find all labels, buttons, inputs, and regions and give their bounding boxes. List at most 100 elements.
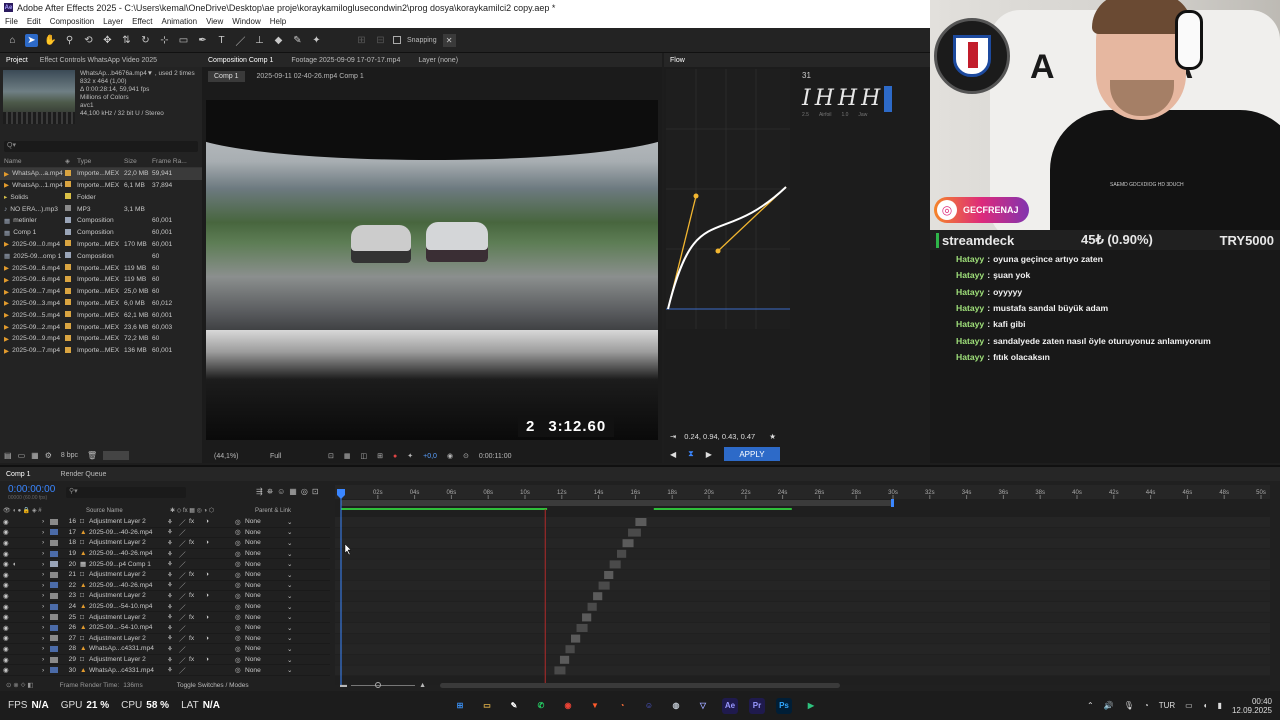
hand-tool-icon[interactable]: ✋ bbox=[44, 34, 57, 47]
preset-glyph-4[interactable]: H bbox=[861, 86, 880, 112]
chevron-down-icon[interactable]: ⌄ bbox=[287, 656, 293, 664]
layer-row[interactable]: ◉ › 28 ▲ WhatsAp...c4331.mp4 ⚘ ／ ◎ None ⌄ bbox=[0, 644, 330, 655]
layer-bar[interactable] bbox=[622, 539, 634, 548]
label-color-swatch[interactable] bbox=[65, 181, 77, 189]
expand-chevron-icon[interactable]: › bbox=[42, 592, 50, 599]
fx-switch-icon[interactable]: fx bbox=[189, 614, 205, 621]
flow-mode-icon[interactable]: ⧗ bbox=[688, 449, 694, 459]
expand-chevron-icon[interactable]: › bbox=[42, 529, 50, 536]
quality-switch-icon[interactable]: ／ bbox=[179, 591, 189, 601]
frame-blend-icon[interactable]: ▦ bbox=[289, 487, 297, 497]
parent-dropdown[interactable]: None bbox=[245, 667, 287, 674]
layer-name[interactable]: Adjustment Layer 2 bbox=[89, 614, 167, 621]
tab-composition[interactable]: Composition Comp 1 bbox=[208, 57, 273, 64]
easing-curve-graph[interactable]: ⋮ bbox=[666, 69, 790, 329]
tab-project[interactable]: Project bbox=[6, 57, 28, 64]
pick-whip-icon[interactable]: ◎ bbox=[235, 518, 245, 526]
chat-username[interactable]: Hatayy bbox=[956, 270, 984, 280]
language-indicator[interactable]: TUR bbox=[1159, 701, 1175, 710]
explorer-icon[interactable]: ▭ bbox=[479, 698, 495, 714]
layer-bar[interactable] bbox=[554, 666, 566, 675]
shy-switch-icon[interactable]: ⚘ bbox=[167, 539, 179, 547]
expand-chevron-icon[interactable]: › bbox=[42, 539, 50, 546]
shy-switch-icon[interactable]: ⚘ bbox=[167, 603, 179, 611]
column-label-icon[interactable]: ◈ bbox=[65, 157, 77, 165]
fx-switch-icon[interactable]: fx bbox=[189, 656, 205, 663]
pick-whip-icon[interactable]: ◎ bbox=[235, 581, 245, 589]
layer-name[interactable]: Adjustment Layer 2 bbox=[89, 635, 167, 642]
shy-switch-icon[interactable]: ⚘ bbox=[167, 581, 179, 589]
resolution-dropdown[interactable]: Full bbox=[270, 453, 318, 460]
parent-dropdown[interactable]: None bbox=[245, 550, 287, 557]
time-ruler[interactable] bbox=[335, 485, 1270, 499]
project-item[interactable]: ▶ 2025-09...3.mp4 Importe...MEX 6,0 MB 60,01… bbox=[0, 298, 202, 310]
column-type[interactable]: Type bbox=[77, 158, 124, 165]
axis-icon[interactable]: ⊟ bbox=[374, 34, 387, 47]
visibility-eye-icon[interactable]: ◉ bbox=[0, 518, 12, 526]
layer-label-swatch[interactable] bbox=[50, 603, 58, 610]
label-color-swatch[interactable] bbox=[65, 299, 77, 307]
layer-row[interactable]: ◉ › 18 □ Adjustment Layer 2 ⚘ ／ fx ◑ ◎ None ⌄ bbox=[0, 538, 330, 549]
apply-button[interactable]: APPLY bbox=[723, 447, 780, 461]
menu-animation[interactable]: Animation bbox=[161, 17, 197, 26]
layer-label-swatch[interactable] bbox=[50, 614, 58, 621]
next-icon[interactable]: ▶ bbox=[706, 450, 712, 459]
chat-username[interactable]: Hatayy bbox=[956, 254, 984, 264]
quality-switch-icon[interactable]: ／ bbox=[179, 633, 189, 643]
quality-switch-icon[interactable]: ／ bbox=[179, 623, 189, 633]
label-color-swatch[interactable] bbox=[65, 169, 77, 178]
mask-icon[interactable]: ◫ bbox=[361, 452, 368, 460]
shy-switch-icon[interactable]: ⚘ bbox=[167, 592, 179, 600]
project-search-input[interactable]: Q▾ bbox=[4, 141, 198, 152]
snapshot-icon[interactable]: ◉ bbox=[447, 452, 453, 460]
quality-switch-icon[interactable]: ／ bbox=[179, 527, 189, 537]
chat-username[interactable]: Hatayy bbox=[956, 336, 984, 346]
label-color-swatch[interactable] bbox=[65, 264, 77, 272]
project-item[interactable]: ▦ 2025-09...omp 1 Composition 60 bbox=[0, 250, 202, 262]
adjustment-switch-icon[interactable]: ◑ bbox=[205, 592, 235, 599]
after-effects-icon[interactable]: Ae bbox=[722, 697, 738, 714]
layer-row[interactable]: ◉ › 23 □ Adjustment Layer 2 ⚘ ／ fx ◑ ◎ None ⌄ bbox=[0, 591, 330, 602]
brave-icon[interactable]: ▼ bbox=[587, 698, 603, 714]
pick-whip-icon[interactable]: ◎ bbox=[235, 666, 245, 674]
chevron-down-icon[interactable]: ⌄ bbox=[287, 550, 293, 558]
project-item[interactable]: ▶ 2025-09...2.mp4 Importe...MEX 23,6 MB 60,0… bbox=[0, 321, 202, 333]
layer-bar[interactable] bbox=[598, 581, 610, 590]
menu-window[interactable]: Window bbox=[232, 17, 260, 26]
layer-name[interactable]: Adjustment Layer 2 bbox=[89, 571, 167, 578]
layer-bar[interactable] bbox=[576, 624, 588, 632]
pick-whip-icon[interactable]: ◎ bbox=[235, 592, 245, 600]
pick-whip-icon[interactable]: ◎ bbox=[235, 624, 245, 632]
pick-whip-icon[interactable]: ◎ bbox=[235, 634, 245, 642]
menu-effect[interactable]: Effect bbox=[132, 17, 152, 26]
parent-dropdown[interactable]: None bbox=[245, 635, 287, 642]
expand-chevron-icon[interactable]: › bbox=[42, 624, 50, 631]
chevron-down-icon[interactable]: ⌄ bbox=[287, 592, 293, 600]
project-item[interactable]: ▦ Comp 1 Composition 60,001 bbox=[0, 227, 202, 239]
rectangle-tool-icon[interactable]: ▭ bbox=[177, 34, 190, 47]
label-color-swatch[interactable] bbox=[65, 252, 77, 260]
quality-switch-icon[interactable]: ／ bbox=[179, 538, 189, 548]
color-swatch[interactable] bbox=[103, 451, 130, 460]
layer-row[interactable]: ◉ › 25 □ Adjustment Layer 2 ⚘ ／ fx ◑ ◎ None ⌄ bbox=[0, 612, 330, 623]
quality-switch-icon[interactable]: ／ bbox=[179, 665, 189, 675]
layer-bar[interactable] bbox=[635, 518, 647, 526]
clone-tool-icon[interactable]: ⊥ bbox=[253, 34, 266, 47]
visibility-eye-icon[interactable]: ◉ bbox=[0, 624, 12, 632]
visibility-eye-icon[interactable]: ◉ bbox=[0, 613, 12, 621]
layer-name[interactable]: Adjustment Layer 2 bbox=[89, 539, 167, 546]
chat-username[interactable]: Hatayy bbox=[956, 303, 984, 313]
exposure-icon[interactable]: ✦ bbox=[407, 452, 413, 460]
quality-switch-icon[interactable]: ／ bbox=[179, 644, 189, 654]
layer-label-swatch[interactable] bbox=[50, 635, 58, 642]
mic-icon[interactable]: 🎙 bbox=[1124, 701, 1134, 710]
label-color-swatch[interactable] bbox=[65, 323, 77, 331]
chevron-down-icon[interactable]: ⌄ bbox=[287, 613, 293, 621]
chevron-down-icon[interactable]: ⌄ bbox=[287, 666, 293, 674]
audio-icon[interactable]: ◖ bbox=[12, 561, 22, 568]
pick-whip-icon[interactable]: ◎ bbox=[235, 603, 245, 611]
tab-effect-controls[interactable]: Effect Controls WhatsApp Video 2025 bbox=[40, 57, 157, 64]
layer-row[interactable]: ◉ › 24 ▲ 2025-09...-54-10.mp4 ⚘ ／ ◎ None ⌄ bbox=[0, 602, 330, 613]
pick-whip-icon[interactable]: ◎ bbox=[235, 571, 245, 579]
chrome-icon[interactable]: ◉ bbox=[560, 698, 576, 714]
